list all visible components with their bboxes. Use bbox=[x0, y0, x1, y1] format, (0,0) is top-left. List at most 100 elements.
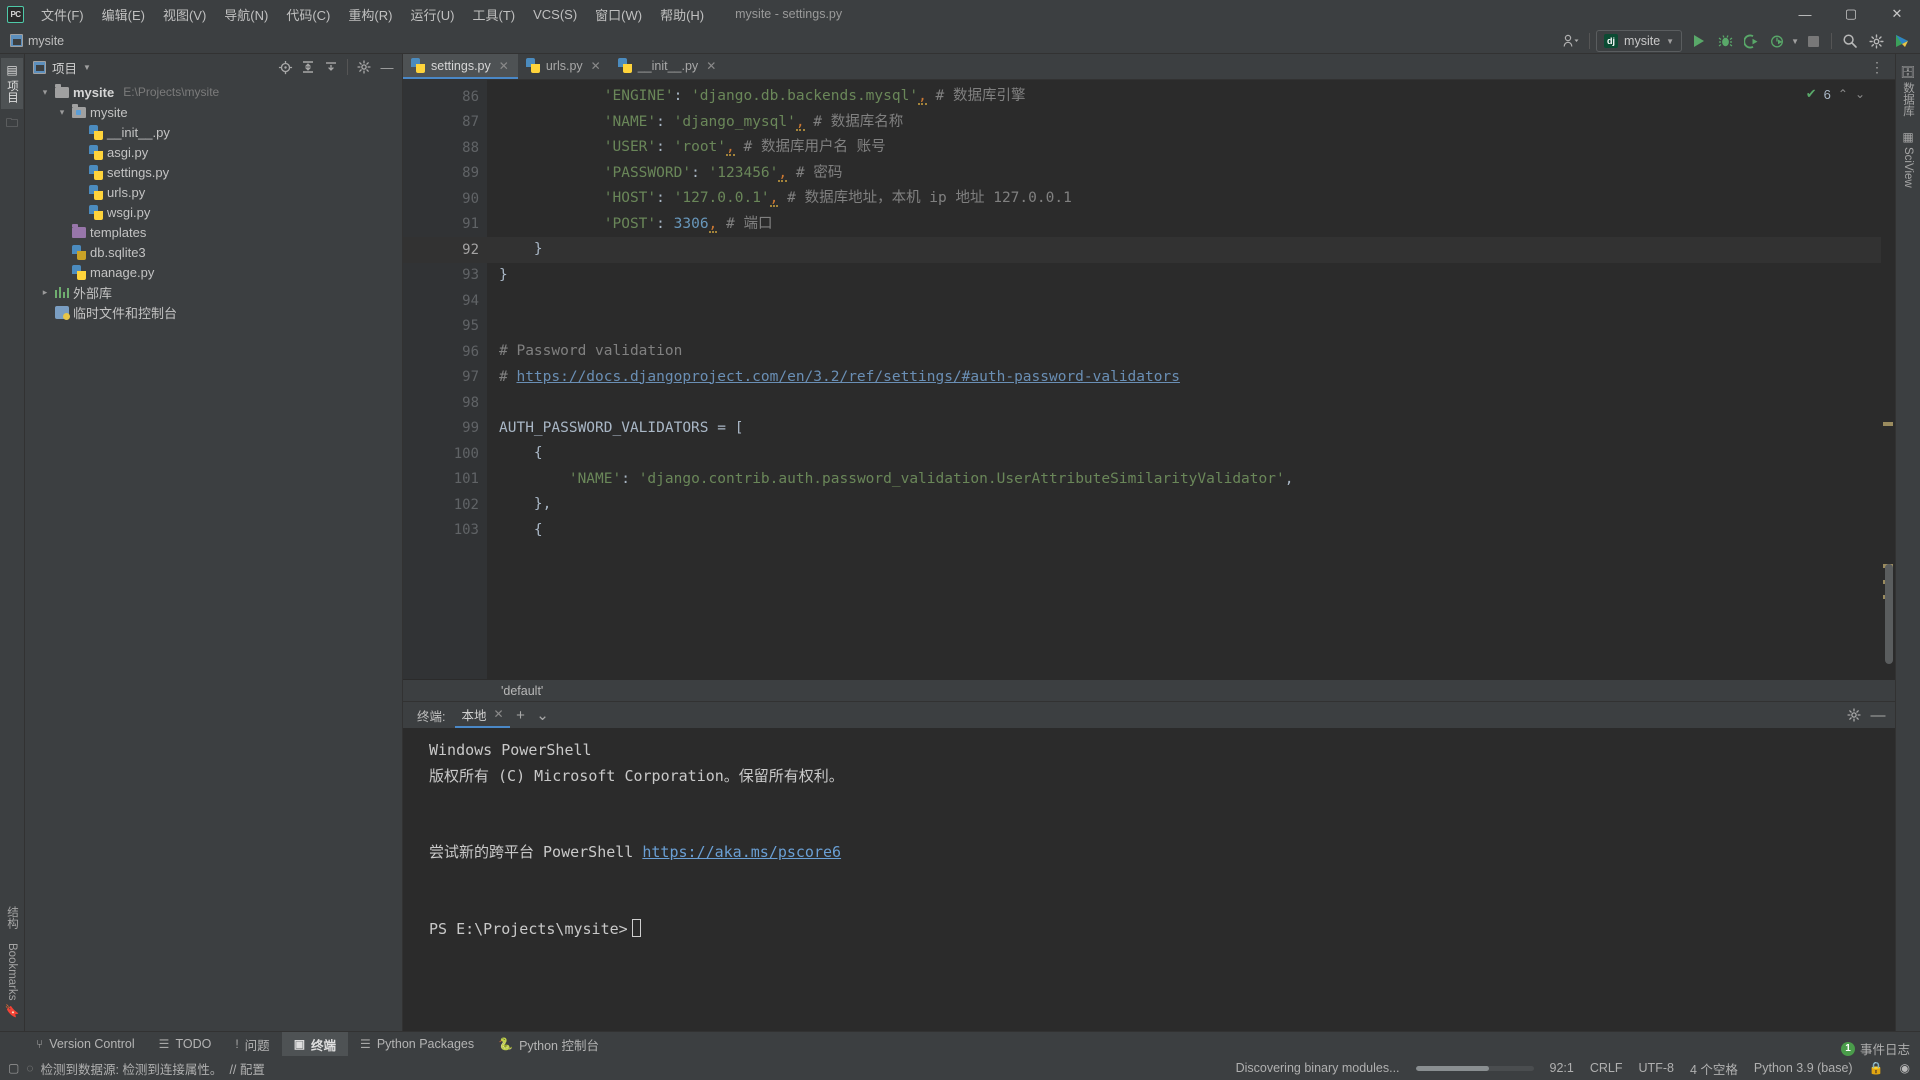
sidebar-tab-bookmarks[interactable]: Bookmarks 🔖 bbox=[2, 937, 23, 1023]
tool-window-button[interactable]: ☰ TODO bbox=[147, 1032, 224, 1056]
menu-item-5[interactable]: 重构(R) bbox=[339, 1, 401, 28]
tree-node[interactable]: settings.py bbox=[25, 162, 402, 182]
hide-panel-icon[interactable]: — bbox=[376, 56, 398, 78]
terminal-output[interactable]: Windows PowerShell 版权所有 (C) Microsoft Cor… bbox=[403, 728, 1895, 1031]
line-number[interactable]: 90 bbox=[403, 186, 487, 212]
tool-window-button[interactable]: ☰ Python Packages bbox=[348, 1032, 486, 1056]
menu-item-7[interactable]: 工具(T) bbox=[463, 1, 524, 28]
tool-window-button[interactable]: ⑂ Version Control bbox=[24, 1032, 147, 1056]
code-line[interactable] bbox=[487, 314, 1881, 340]
code-line[interactable]: } bbox=[487, 263, 1881, 289]
terminal-link[interactable]: https://aka.ms/pscore6 bbox=[642, 843, 841, 861]
code-line[interactable]: 'USER': 'root', # 数据库用户名 账号 bbox=[487, 135, 1881, 161]
profile-chevron-icon[interactable]: ▼ bbox=[1791, 37, 1799, 46]
sidebar-tab-database[interactable]: 🗄 数据库 bbox=[1897, 60, 1919, 123]
code-line[interactable]: 'HOST': '127.0.0.1', # 数据库地址，本机 ip 地址 12… bbox=[487, 186, 1881, 212]
line-number[interactable]: 88 bbox=[403, 135, 487, 161]
line-separator[interactable]: CRLF bbox=[1590, 1061, 1623, 1075]
prev-problem-icon[interactable]: ⌃ bbox=[1838, 87, 1848, 101]
user-account-icon[interactable] bbox=[1559, 30, 1583, 52]
code-line[interactable]: { bbox=[487, 441, 1881, 467]
tab-overflow-icon[interactable]: ⋮ bbox=[1866, 54, 1889, 80]
tree-node[interactable]: ▸ 外部库 bbox=[25, 282, 402, 302]
maximize-button[interactable]: ▢ bbox=[1828, 0, 1874, 28]
code-line[interactable]: AUTH_PASSWORD_VALIDATORS = [ bbox=[487, 416, 1881, 442]
sidebar-tab-project[interactable]: ▤ 项目 bbox=[1, 58, 23, 109]
sidebar-tab-sciview[interactable]: ▦ SciView bbox=[1899, 125, 1917, 194]
code-line[interactable]: } bbox=[487, 237, 1881, 263]
minimize-button[interactable]: — bbox=[1782, 0, 1828, 28]
tool-window-button[interactable]: ! 问题 bbox=[223, 1032, 281, 1056]
tree-node[interactable]: manage.py bbox=[25, 262, 402, 282]
code-line[interactable]: 'ENGINE': 'django.db.backends.mysql', # … bbox=[487, 84, 1881, 110]
terminal-dropdown-icon[interactable]: ⌄ bbox=[532, 704, 554, 726]
menu-item-4[interactable]: 代码(C) bbox=[277, 1, 339, 28]
code-line[interactable]: 'POST': 3306, # 端口 bbox=[487, 212, 1881, 238]
tree-node[interactable]: ▾ mysite bbox=[25, 102, 402, 122]
inspector-widget-icon[interactable]: ◉ bbox=[1900, 1061, 1910, 1075]
line-number[interactable]: 100⊟ bbox=[403, 441, 497, 467]
expand-all-icon[interactable] bbox=[297, 56, 319, 78]
menu-item-6[interactable]: 运行(U) bbox=[401, 1, 463, 28]
status-config-link[interactable]: // 配置 bbox=[229, 1059, 264, 1078]
tree-node[interactable]: templates bbox=[25, 222, 402, 242]
line-number-gutter[interactable]: 86878889909192⌂93⊟949596⊟97⊟9899⊟100⊟101… bbox=[403, 80, 497, 701]
tree-node[interactable]: ▾ mysite E:\Projects\mysite bbox=[25, 82, 402, 102]
code-editor[interactable]: 86878889909192⌂93⊟949596⊟97⊟9899⊟100⊟101… bbox=[403, 80, 1895, 701]
datalore-icon[interactable] bbox=[1890, 30, 1914, 52]
menu-item-0[interactable]: 文件(F) bbox=[32, 1, 93, 28]
code-content[interactable]: 'ENGINE': 'django.db.backends.mysql', # … bbox=[487, 80, 1881, 701]
locate-file-icon[interactable] bbox=[274, 56, 296, 78]
chevron-down-icon[interactable]: ▼ bbox=[83, 63, 91, 72]
project-tree[interactable]: ▾ mysite E:\Projects\mysite ▾ mysite __init__… bbox=[25, 80, 402, 1031]
tool-window-button[interactable]: ▣ 终端 bbox=[281, 1032, 349, 1056]
run-configuration-selector[interactable]: dj mysite ▼ bbox=[1596, 30, 1683, 52]
code-line[interactable]: { bbox=[487, 518, 1881, 544]
file-encoding[interactable]: UTF-8 bbox=[1639, 1061, 1674, 1075]
profile-button[interactable] bbox=[1765, 30, 1789, 52]
code-line[interactable] bbox=[487, 390, 1881, 416]
tree-expander-icon[interactable]: ▸ bbox=[39, 287, 51, 298]
event-log-widget[interactable]: 1 事件日志 bbox=[1840, 1039, 1910, 1058]
debug-button[interactable] bbox=[1713, 30, 1737, 52]
gear-icon[interactable] bbox=[1864, 30, 1888, 52]
menu-item-2[interactable]: 视图(V) bbox=[154, 1, 215, 28]
run-with-coverage-button[interactable] bbox=[1739, 30, 1763, 52]
tree-expander-icon[interactable]: ▾ bbox=[56, 107, 68, 118]
python-interpreter[interactable]: Python 3.9 (base) bbox=[1754, 1061, 1853, 1075]
line-number[interactable]: 93⊟ bbox=[403, 263, 497, 289]
terminal-tab-local[interactable]: 本地 ✕ bbox=[455, 702, 510, 728]
close-icon[interactable]: ✕ bbox=[499, 59, 509, 73]
tree-node[interactable]: 临时文件和控制台 bbox=[25, 302, 402, 322]
line-number[interactable]: 102⌂ bbox=[403, 492, 497, 518]
line-number[interactable]: 94 bbox=[403, 288, 487, 314]
lock-icon[interactable]: 🔒 bbox=[1869, 1061, 1884, 1075]
close-icon[interactable]: ✕ bbox=[591, 59, 601, 73]
tree-node[interactable]: urls.py bbox=[25, 182, 402, 202]
indent-setting[interactable]: 4 个空格 bbox=[1690, 1059, 1738, 1078]
code-line[interactable]: }, bbox=[487, 492, 1881, 518]
code-line[interactable]: 'NAME': 'django.contrib.auth.password_va… bbox=[487, 467, 1881, 493]
search-icon[interactable] bbox=[1838, 30, 1862, 52]
menu-item-1[interactable]: 编辑(E) bbox=[93, 1, 154, 28]
run-button[interactable] bbox=[1687, 30, 1711, 52]
menu-item-10[interactable]: 帮助(H) bbox=[651, 1, 713, 28]
line-number[interactable]: 103 bbox=[403, 518, 487, 544]
code-line[interactable]: # Password validation bbox=[487, 339, 1881, 365]
close-icon[interactable]: ✕ bbox=[494, 707, 504, 721]
hide-terminal-icon[interactable]: — bbox=[1867, 704, 1889, 726]
caret-position[interactable]: 92:1 bbox=[1550, 1061, 1574, 1075]
line-number[interactable]: 95 bbox=[403, 314, 487, 340]
code-line[interactable]: 'PASSWORD': '123456', # 密码 bbox=[487, 161, 1881, 187]
line-number[interactable]: 96⊟ bbox=[403, 339, 497, 365]
ide-widget-icon[interactable]: ▢ bbox=[8, 1061, 19, 1075]
line-number[interactable]: 86 bbox=[403, 84, 487, 110]
marker-scrollbar[interactable] bbox=[1881, 80, 1895, 701]
tree-node[interactable]: db.sqlite3 bbox=[25, 242, 402, 262]
line-number[interactable]: 92⌂ bbox=[403, 237, 497, 263]
tree-node[interactable]: __init__.py bbox=[25, 122, 402, 142]
code-line[interactable]: 'NAME': 'django_mysql', # 数据库名称 bbox=[487, 110, 1881, 136]
close-button[interactable]: ✕ bbox=[1874, 0, 1920, 28]
stop-button[interactable] bbox=[1801, 30, 1825, 52]
sidebar-tab-commit[interactable]: 🗀 bbox=[3, 111, 21, 135]
